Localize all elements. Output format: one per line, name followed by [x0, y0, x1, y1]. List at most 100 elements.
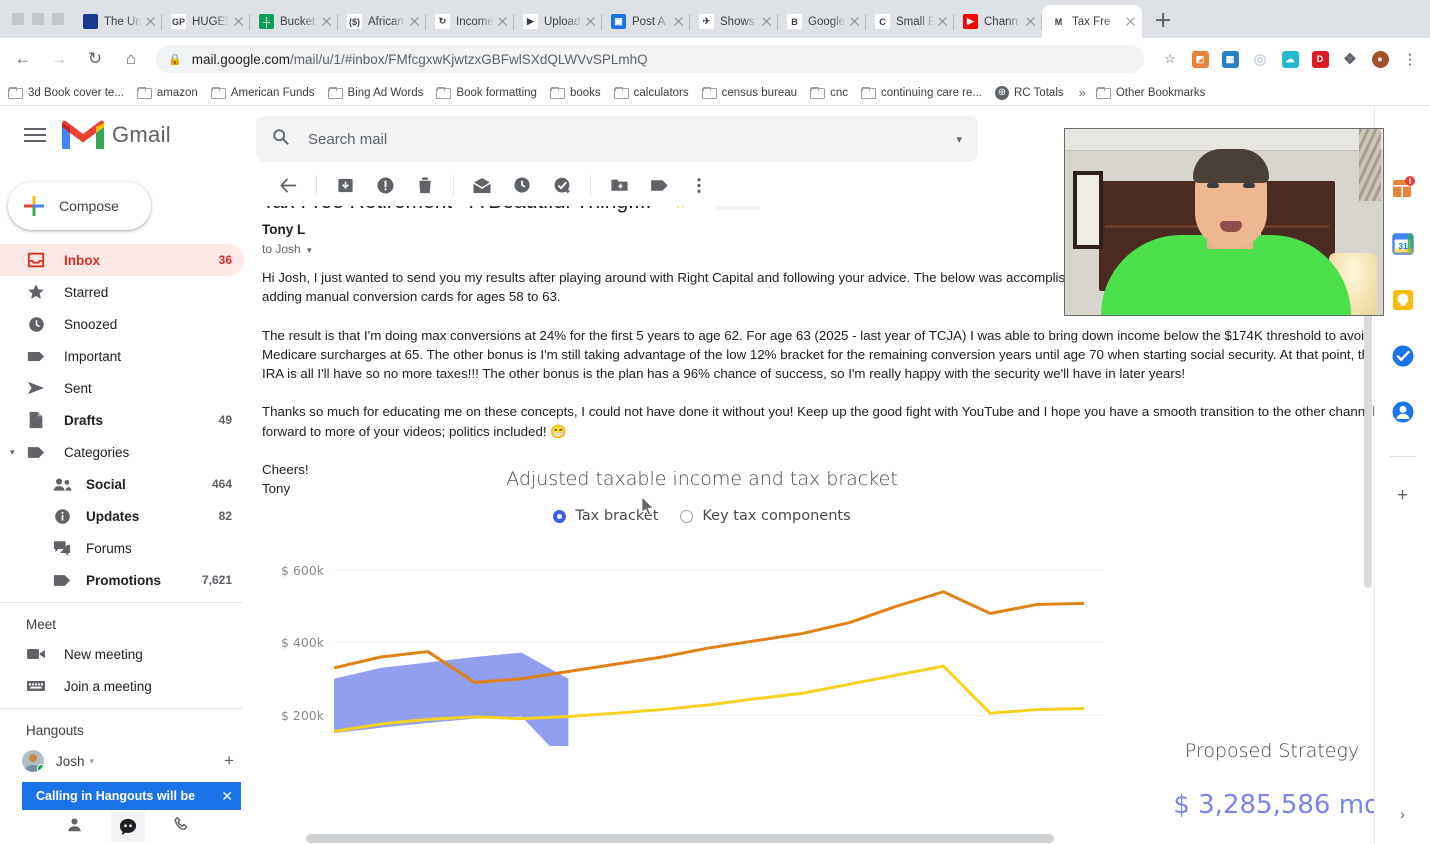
gmail-logo[interactable]: Gmail — [62, 120, 171, 151]
snooze-button[interactable] — [502, 165, 542, 205]
mark-unread-button[interactable] — [462, 165, 502, 205]
google-tasks-icon[interactable] — [1391, 344, 1415, 368]
home-button[interactable]: ⌂ — [116, 44, 146, 74]
hangouts-phone-tab[interactable] — [173, 816, 190, 838]
bookmark-8[interactable]: cnc — [810, 86, 848, 99]
window-minimize-button[interactable] — [32, 13, 44, 25]
bookmark-7[interactable]: census bureau — [701, 86, 797, 99]
chrome-menu-icon[interactable]: ⋮ — [1398, 47, 1422, 71]
d-extension-icon[interactable]: D — [1308, 47, 1332, 71]
radio-selected-icon[interactable] — [553, 509, 567, 523]
sidebar-item-snoozed[interactable]: Snoozed — [0, 308, 244, 340]
close-icon[interactable] — [935, 14, 950, 29]
close-icon[interactable] — [231, 14, 246, 29]
recipient-row[interactable]: to Josh ▾ — [262, 242, 312, 256]
google-contacts-icon[interactable] — [1391, 400, 1415, 424]
chevron-down-icon[interactable]: ▾ — [10, 447, 24, 458]
chevron-down-icon[interactable]: ▾ — [90, 756, 95, 767]
bookmark-2[interactable]: American Funds — [210, 86, 315, 99]
close-icon[interactable] — [671, 14, 686, 29]
google-calendar-icon[interactable]: 31 — [1391, 232, 1415, 256]
cloud-extension-icon[interactable]: ☁ — [1278, 47, 1302, 71]
close-icon[interactable] — [583, 14, 598, 29]
report-spam-button[interactable] — [365, 165, 405, 205]
search-input[interactable]: Search mail — [308, 131, 956, 148]
bookmark-5[interactable]: books — [549, 86, 601, 99]
close-icon[interactable]: ✕ — [221, 788, 233, 805]
sidebar-item-promotions[interactable]: Promotions 7,621 — [0, 564, 244, 596]
target-extension-icon[interactable]: ◎ — [1248, 47, 1272, 71]
main-menu-icon[interactable] — [24, 126, 48, 144]
profile-avatar-icon[interactable]: ● — [1368, 47, 1392, 71]
horizontal-scrollbar-track[interactable] — [256, 832, 1374, 844]
hangouts-user-row[interactable]: Josh ▾ + — [0, 744, 256, 778]
chevron-down-icon[interactable]: ▾ — [307, 245, 312, 255]
sidebar-item-updates[interactable]: Updates 82 — [0, 500, 244, 532]
compose-button[interactable]: Compose — [8, 182, 151, 230]
more-options-button[interactable] — [679, 165, 719, 205]
back-to-inbox-button[interactable] — [268, 165, 308, 205]
browser-tab-1[interactable]: GP HUGE! — [162, 5, 250, 38]
close-icon[interactable] — [407, 14, 422, 29]
browser-tab-3[interactable]: ($) African — [338, 5, 426, 38]
address-bar[interactable]: 🔒 mail.google.com /mail/u/1/#inbox/FMfcg… — [156, 45, 1144, 73]
meet-item-new-meeting[interactable]: New meeting — [0, 638, 244, 670]
browser-tab-6[interactable]: ▣ Post A — [602, 5, 690, 38]
orange-extension-icon[interactable]: ◩ — [1188, 47, 1212, 71]
meet-item-join-a-meeting[interactable]: Join a meeting — [0, 670, 244, 702]
browser-tab-9[interactable]: C Small E — [866, 5, 954, 38]
sidebar-item-social[interactable]: Social 464 — [0, 468, 244, 500]
sidebar-item-forums[interactable]: Forums — [0, 532, 244, 564]
labels-button[interactable] — [639, 165, 679, 205]
close-icon[interactable] — [847, 14, 862, 29]
close-icon[interactable] — [759, 14, 774, 29]
reload-button[interactable]: ↻ — [80, 44, 110, 74]
google-keep-icon[interactable] — [1391, 288, 1415, 312]
move-to-button[interactable] — [599, 165, 639, 205]
sidebar-item-sent[interactable]: Sent — [0, 372, 244, 404]
browser-tab-2[interactable]: ┼ Bucket — [250, 5, 338, 38]
back-button[interactable]: ← — [8, 44, 38, 74]
bookmark-3[interactable]: Bing Ad Words — [327, 86, 423, 99]
browser-tab-10[interactable]: ▶ Chann — [954, 5, 1042, 38]
forward-button[interactable]: → — [44, 44, 74, 74]
close-icon[interactable] — [1023, 14, 1038, 29]
close-icon[interactable] — [319, 14, 334, 29]
sidebar-item-drafts[interactable]: Drafts 49 — [0, 404, 244, 436]
browser-tab-4[interactable]: ↻ Income — [426, 5, 514, 38]
browser-tab-7[interactable]: ✈ Shows — [690, 5, 778, 38]
bookmark-1[interactable]: amazon — [136, 86, 198, 99]
browser-tab-8[interactable]: B Google — [778, 5, 866, 38]
delete-button[interactable] — [405, 165, 445, 205]
browser-tab-0[interactable]: The Un — [74, 5, 162, 38]
search-options-icon[interactable]: ▾ — [956, 133, 962, 146]
add-to-tasks-button[interactable] — [542, 165, 582, 205]
window-controls[interactable] — [0, 13, 74, 38]
archive-button[interactable] — [325, 165, 365, 205]
close-icon[interactable] — [495, 14, 510, 29]
close-icon[interactable] — [1123, 14, 1138, 29]
hangouts-add-button[interactable]: + — [224, 751, 234, 771]
puzzle-extension-icon[interactable]: ❖ — [1338, 47, 1362, 71]
bookmark-4[interactable]: Book formatting — [436, 86, 537, 99]
window-close-button[interactable] — [12, 13, 24, 25]
bookmark-6[interactable]: calculators — [613, 86, 689, 99]
calendar-reminder-icon[interactable] — [1391, 176, 1415, 200]
radio-unselected-icon[interactable] — [680, 509, 694, 523]
hangouts-conversations-tab[interactable] — [111, 812, 145, 842]
browser-tab-5[interactable]: ▶ Upload — [514, 5, 602, 38]
search-mail-bar[interactable]: Search mail ▾ — [256, 116, 978, 162]
close-icon[interactable] — [143, 14, 158, 29]
blue-grid-extension-icon[interactable]: ▦ — [1218, 47, 1242, 71]
expand-panel-button[interactable]: › — [1400, 806, 1405, 822]
bookmark-9[interactable]: continuing care re... — [860, 86, 982, 99]
chart-toggle-key-tax-components[interactable]: Key tax components — [680, 508, 851, 524]
new-tab-button[interactable] — [1148, 5, 1178, 35]
window-maximize-button[interactable] — [52, 13, 64, 25]
other-bookmarks-folder[interactable]: Other Bookmarks — [1095, 86, 1205, 99]
bookmark-0[interactable]: 3d Book cover te... — [8, 86, 124, 99]
sidebar-item-starred[interactable]: Starred — [0, 276, 244, 308]
sidebar-item-inbox[interactable]: Inbox 36 — [0, 244, 244, 276]
bookmark-10[interactable]: ⊕ RC Totals — [994, 85, 1064, 100]
webcam-overlay[interactable] — [1064, 128, 1384, 316]
